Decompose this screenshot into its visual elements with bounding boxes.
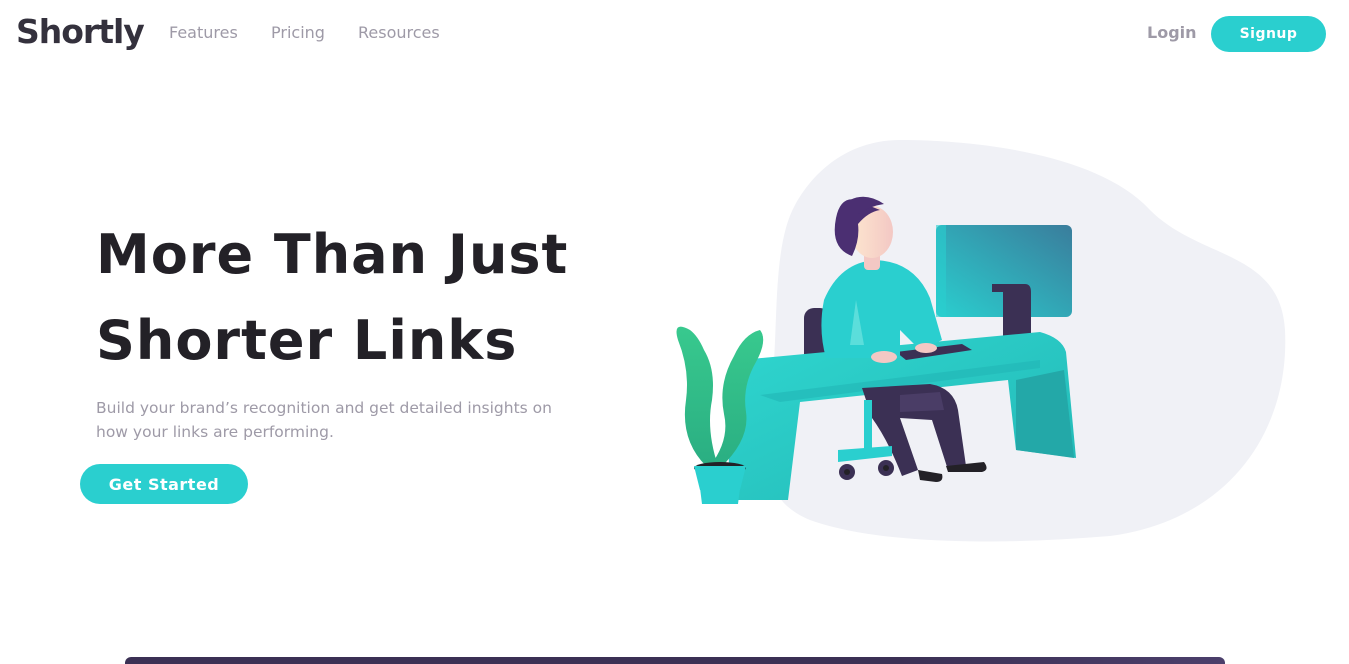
hero-title-line-2: Shorter Links bbox=[96, 309, 518, 372]
get-started-button[interactable]: Get Started bbox=[80, 464, 248, 504]
signup-button[interactable]: Signup bbox=[1211, 16, 1326, 52]
site-header: Shortly Features Pricing Resources Login… bbox=[0, 0, 1349, 68]
hero-title-line-1: More Than Just bbox=[96, 223, 569, 286]
landing-page: Shortly Features Pricing Resources Login… bbox=[0, 0, 1349, 664]
hero-subtitle: Build your brand’s recognition and get d… bbox=[96, 399, 552, 441]
working-illustration bbox=[676, 140, 1286, 542]
shorten-form-container bbox=[125, 657, 1225, 664]
brand-logo[interactable]: Shortly bbox=[16, 10, 145, 54]
login-link[interactable]: Login bbox=[1147, 22, 1197, 44]
nav-link-resources[interactable]: Resources bbox=[358, 22, 440, 44]
hero-title: More Than Just Shorter Links bbox=[96, 212, 616, 384]
nav-link-pricing[interactable]: Pricing bbox=[271, 22, 325, 44]
nav-link-features[interactable]: Features bbox=[169, 22, 238, 44]
